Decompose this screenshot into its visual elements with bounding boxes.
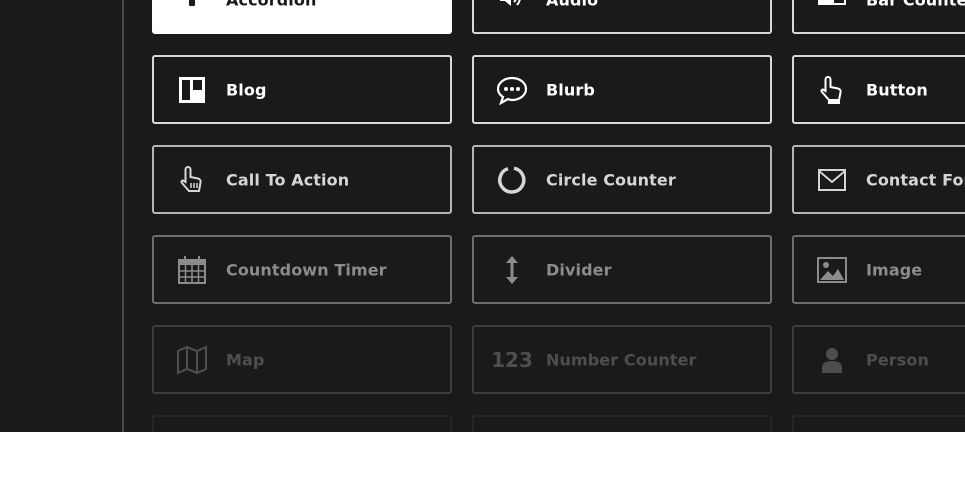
bar-counters-icon [816, 0, 848, 16]
module-grid: Accordion Audio Bar Counters Blog Blur [0, 0, 965, 432]
module-call-to-action[interactable]: Call To Action [152, 145, 452, 214]
image-icon [816, 254, 848, 286]
button-icon [816, 74, 848, 106]
countdown-timer-icon [176, 254, 208, 286]
module-label: Divider [546, 260, 612, 279]
module-label: Countdown Timer [226, 260, 387, 279]
number-counter-glyph: 123 [491, 347, 533, 372]
module-contact-form[interactable]: Contact Form [792, 145, 965, 214]
module-button[interactable]: Button [792, 55, 965, 124]
module-circle-counter[interactable]: Circle Counter [472, 145, 772, 214]
module-blog[interactable]: Blog [152, 55, 452, 124]
module-audio[interactable]: Audio [472, 0, 772, 34]
call-to-action-icon [176, 164, 208, 196]
module-label: Blurb [546, 80, 595, 99]
module-label: Blog [226, 80, 267, 99]
module-number-counter[interactable]: 123 Number Counter [472, 325, 772, 394]
map-icon [176, 344, 208, 376]
module-label: Bar Counters [866, 0, 965, 9]
blurb-icon [496, 74, 528, 106]
module-label: Button [866, 80, 928, 99]
audio-icon [496, 0, 528, 16]
module-label: Audio [546, 0, 598, 9]
module-image[interactable]: Image [792, 235, 965, 304]
module-label: Person [866, 350, 929, 369]
module-picker: Accordion Audio Bar Counters Blog Blur [0, 0, 965, 432]
number-counter-icon: 123 [491, 344, 533, 376]
contact-form-icon [816, 164, 848, 196]
module-label: Number Counter [546, 350, 697, 369]
module-label: Call To Action [226, 170, 350, 189]
module-label: Map [226, 350, 265, 369]
module-label: Accordion [226, 0, 316, 9]
blog-icon [176, 74, 208, 106]
divider-icon [496, 254, 528, 286]
module-person[interactable]: Person [792, 325, 965, 394]
module-label: Image [866, 260, 923, 279]
circle-counter-icon [496, 164, 528, 196]
module-placeholder[interactable] [792, 415, 965, 432]
accordion-icon [176, 0, 208, 16]
module-countdown-timer[interactable]: Countdown Timer [152, 235, 452, 304]
module-blurb[interactable]: Blurb [472, 55, 772, 124]
module-placeholder[interactable] [152, 415, 452, 432]
person-icon [816, 344, 848, 376]
module-accordion[interactable]: Accordion [152, 0, 452, 34]
module-divider[interactable]: Divider [472, 235, 772, 304]
module-label: Circle Counter [546, 170, 676, 189]
module-map[interactable]: Map [152, 325, 452, 394]
module-placeholder[interactable] [472, 415, 772, 432]
module-label: Contact Form [866, 170, 965, 189]
module-bar-counters[interactable]: Bar Counters [792, 0, 965, 34]
